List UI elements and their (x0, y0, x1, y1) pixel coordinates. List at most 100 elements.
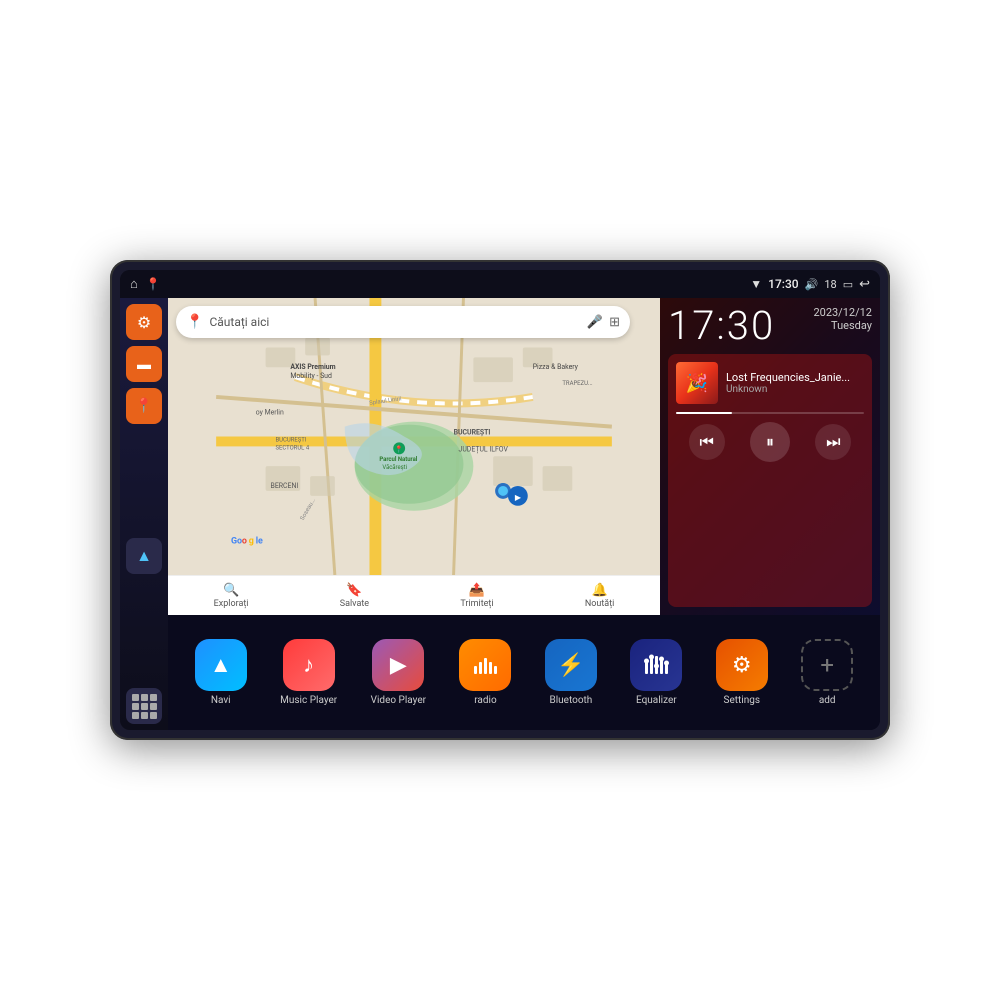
saved-icon: 🔖 (346, 583, 362, 598)
sidebar-grid-button[interactable] (126, 688, 162, 724)
clock-display: 17:30 (668, 306, 775, 346)
news-icon: 🔔 (592, 583, 608, 598)
map-explore-button[interactable]: 🔍 Explorați (214, 583, 249, 609)
music-player-label: Music Player (280, 695, 337, 706)
svg-text:Go: Go (231, 536, 242, 546)
google-maps-icon: 📍 (186, 314, 203, 330)
layers-icon[interactable]: ⊞ (609, 315, 620, 330)
music-player-icon: ♪ (283, 639, 335, 691)
next-track-button[interactable]: ⏭ (815, 424, 851, 460)
map-search-input[interactable]: Căutați aici (209, 315, 580, 329)
back-icon[interactable]: ↩ (859, 277, 870, 292)
app-radio[interactable]: radio (459, 639, 511, 706)
sidebar-files-button[interactable]: ▬ (126, 346, 162, 382)
map-svg: ▶ AXIS Premium Mobility - Sud Pizza & Ba… (168, 298, 660, 575)
map-news-button[interactable]: 🔔 Noutăți (585, 583, 615, 609)
map-background: ▶ AXIS Premium Mobility - Sud Pizza & Ba… (168, 298, 660, 575)
radio-icon (459, 639, 511, 691)
svg-text:▶: ▶ (515, 493, 522, 502)
sidebar: ⚙ ▬ 📍 ▲ (120, 298, 168, 730)
music-progress-bar[interactable] (676, 412, 864, 414)
sidebar-settings-button[interactable]: ⚙ (126, 304, 162, 340)
svg-text:oy Merlin: oy Merlin (256, 409, 284, 417)
play-pause-button[interactable]: ⏸ (750, 422, 790, 462)
svg-text:SECTORUL 4: SECTORUL 4 (276, 444, 310, 451)
svg-text:BUCUREȘTI: BUCUREȘTI (454, 429, 491, 438)
music-note-icon: ♪ (303, 652, 314, 678)
content-panels: 📍 Căutați aici 🎤 ⊞ (168, 298, 880, 730)
svg-text:JUDEȚUL ILFOV: JUDEȚUL ILFOV (459, 445, 509, 453)
map-panel[interactable]: 📍 Căutați aici 🎤 ⊞ (168, 298, 660, 615)
settings-icon: ⚙ (716, 639, 768, 691)
add-icon: + (801, 639, 853, 691)
device-screen: ⌂ 📍 ▼ 17:30 🔊 18 ▭ ↩ ⚙ ▬ (120, 270, 880, 730)
crowd-icon: 🎉 (686, 373, 708, 394)
app-grid: ▲ Navi ♪ Music Player ▶ Vid (168, 615, 880, 730)
top-panels: 📍 Căutați aici 🎤 ⊞ (168, 298, 880, 615)
explore-label: Explorați (214, 599, 249, 609)
map-share-button[interactable]: 📤 Trimiteți (460, 583, 493, 609)
folder-icon: ▬ (137, 356, 151, 373)
music-controls: ⏮ ⏸ ⏭ (676, 422, 864, 462)
music-artist: Unknown (726, 384, 864, 395)
svg-text:📍: 📍 (395, 444, 404, 453)
mic-icon[interactable]: 🎤 (587, 315, 603, 330)
share-label: Trimiteți (460, 599, 493, 609)
navi-arrow-icon: ▲ (210, 652, 232, 678)
map-search-bar[interactable]: 📍 Căutați aici 🎤 ⊞ (176, 306, 630, 338)
equalizer-label: Equalizer (636, 695, 677, 706)
svg-text:Parcul Natural: Parcul Natural (379, 456, 417, 463)
radio-label: radio (474, 695, 496, 706)
music-info: 🎉 Lost Frequencies_Janie... Unknown (676, 362, 864, 404)
svg-text:g: g (249, 536, 254, 546)
svg-text:le: le (256, 536, 263, 546)
prev-track-button[interactable]: ⏮ (689, 424, 725, 460)
app-bluetooth[interactable]: ⚡ Bluetooth (545, 639, 597, 706)
svg-text:TRAPEZU...: TRAPEZU... (562, 380, 593, 387)
saved-label: Salvate (340, 599, 369, 609)
clock-date-line1: 2023/12/12 (813, 306, 872, 319)
status-left-icons: ⌂ 📍 (130, 276, 161, 292)
app-navi[interactable]: ▲ Navi (195, 639, 247, 706)
grid-icon (132, 694, 157, 719)
map-pin-icon[interactable]: 📍 (146, 277, 161, 291)
map-toolbar: 🔍 Explorați 🔖 Salvate 📤 Trimiteți (168, 575, 660, 615)
add-label: add (819, 695, 836, 706)
wifi-icon: ▼ (750, 277, 762, 291)
svg-text:o: o (242, 536, 247, 546)
app-settings[interactable]: ⚙ Settings (716, 639, 768, 706)
equalizer-icon (630, 639, 682, 691)
volume-icon: 🔊 (805, 278, 819, 291)
svg-text:AXIS Premium: AXIS Premium (290, 363, 335, 371)
play-icon: ▶ (390, 653, 407, 678)
gear-settings-icon: ⚙ (732, 653, 752, 678)
right-panel: 17:30 2023/12/12 Tuesday 🎉 (660, 298, 880, 615)
sidebar-nav-button[interactable]: ▲ (126, 538, 162, 574)
map-saved-button[interactable]: 🔖 Salvate (340, 583, 369, 609)
app-video-player[interactable]: ▶ Video Player (371, 639, 426, 706)
navi-label: Navi (211, 695, 231, 706)
explore-icon: 🔍 (223, 583, 239, 598)
battery-icon: ▭ (843, 278, 853, 291)
music-title: Lost Frequencies_Janie... (726, 371, 864, 384)
next-icon: ⏭ (826, 432, 840, 452)
sidebar-map-button[interactable]: 📍 (126, 388, 162, 424)
status-bar: ⌂ 📍 ▼ 17:30 🔊 18 ▭ ↩ (120, 270, 880, 298)
news-label: Noutăți (585, 599, 615, 609)
bluetooth-label: Bluetooth (549, 695, 592, 706)
video-player-label: Video Player (371, 695, 426, 706)
app-music-player[interactable]: ♪ Music Player (280, 639, 337, 706)
app-add[interactable]: + add (801, 639, 853, 706)
clock-date: 2023/12/12 Tuesday (813, 306, 872, 332)
svg-text:Pizza & Bakery: Pizza & Bakery (533, 363, 579, 371)
music-text: Lost Frequencies_Janie... Unknown (726, 371, 864, 395)
bluetooth-icon: ⚡ (545, 639, 597, 691)
home-icon[interactable]: ⌂ (130, 276, 138, 292)
battery-level: 18 (824, 278, 836, 291)
equalizer-bars-icon (643, 652, 669, 678)
status-time: 17:30 (768, 277, 798, 291)
plus-icon: + (820, 651, 834, 679)
nav-arrow-icon: ▲ (136, 546, 152, 566)
app-equalizer[interactable]: Equalizer (630, 639, 682, 706)
bluetooth-symbol: ⚡ (557, 653, 584, 678)
